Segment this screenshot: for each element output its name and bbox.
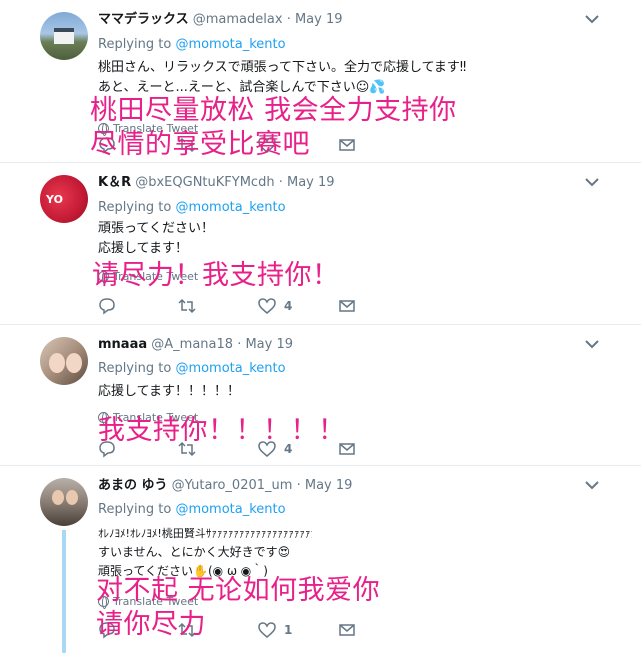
replying-to-label: Replying to [98,37,172,52]
overlay-line: 桃田尽量放松 我会全力支持你 [90,95,457,126]
user-handle[interactable]: @A_mana18 [151,337,233,352]
tweet-4[interactable]: あまの ゆう @Yutaro_0201_um · May 19 Replying… [0,466,641,653]
avatar[interactable] [40,337,88,385]
tweet-line: 応援してます！！！！！ [98,384,240,399]
avatar[interactable] [40,478,88,526]
user-handle[interactable]: @mamadelax [193,12,283,27]
tweet-actions: 4 [98,297,378,317]
display-name[interactable]: あまの ゆう [98,478,168,493]
overlay-caption: 我支持你！！！！！ [98,414,346,448]
reply-icon [99,298,115,315]
replying-to: Replying to @momota_kento [98,360,286,377]
tweet-line: ｵﾚﾉﾖﾒ!ｵﾚﾉﾖﾒ!桃田賢斗ｻｧｧｧｧｧｧｧｧｧｧｧｧｧｧｧｧｧｧｧｧｧｧｧ… [98,527,312,540]
replying-to-label: Replying to [98,502,172,517]
reply-button[interactable] [98,297,116,315]
tweet-2[interactable]: YO K＆R @bxEQGNtuKFYMcdh · May 19 Replyin… [0,163,641,325]
avatar[interactable] [40,12,88,60]
heart-icon [258,298,276,314]
mention-link[interactable]: @momota_kento [175,361,285,376]
avatar[interactable]: YO [40,175,88,223]
replying-to: Replying to @momota_kento [98,36,286,53]
overlay-line: 请你尽力 [96,609,206,640]
mention-link[interactable]: @momota_kento [175,200,285,215]
tweet-header: ママデラックス @mamadelax · May 19 [98,11,343,29]
tweet-text: 応援してます！！！！！ [98,382,240,402]
display-name[interactable]: mnaaa [98,337,147,352]
retweet-button[interactable] [178,297,196,315]
like-count: 4 [284,299,293,313]
tweet-text: ｵﾚﾉﾖﾒ!ｵﾚﾉﾖﾒ!桃田賢斗ｻｧｧｧｧｧｧｧｧｧｧｧｧｧｧｧｧｧｧｧｧｧｧｧ… [98,524,312,581]
tweet-date[interactable]: May 19 [245,337,293,352]
chevron-down-icon[interactable] [585,177,599,187]
tweet-line: 応援してます！ [98,241,188,256]
tweet-line: すいません、とにかく大好きです😍 [98,545,291,559]
overlay-line: 对不起 无论如何我爱你 [96,575,381,606]
tweet-1[interactable]: ママデラックス @mamadelax · May 19 Replying to … [0,0,641,163]
user-handle[interactable]: @Yutaro_0201_um [172,478,293,493]
chevron-down-icon[interactable] [585,339,599,349]
dm-button[interactable] [338,297,356,315]
display-name[interactable]: ママデラックス [98,12,189,27]
replying-to-label: Replying to [98,200,172,215]
user-handle[interactable]: @bxEQGNtuKFYMcdh [135,175,274,190]
separator: · [296,478,301,493]
replying-to: Replying to @momota_kento [98,199,286,216]
chevron-down-icon[interactable] [585,14,599,24]
thread-connector [62,530,66,653]
tweet-header: K＆R @bxEQGNtuKFYMcdh · May 19 [98,174,335,192]
tweet-header: mnaaa @A_mana18 · May 19 [98,336,293,354]
tweet-header: あまの ゆう @Yutaro_0201_um · May 19 [98,477,352,495]
overlay-line: 尽情的享受比赛吧 [90,129,310,160]
tweet-text: 桃田さん、リラックスで頑張って下さい。全力で応援してます‼ あと、えーと...え… [98,58,466,98]
overlay-caption: 请尽力！我支持你！ [92,259,340,293]
like-button[interactable]: 4 [258,297,292,315]
tweet-date[interactable]: May 19 [287,175,335,190]
chevron-down-icon[interactable] [585,480,599,490]
separator: · [278,175,283,190]
overlay-line: 我支持你！！！！！ [98,415,346,446]
retweet-icon [178,298,196,314]
overlay-caption: 桃田尽量放松 我会全力支持你 尽情的享受比赛吧 [90,94,457,162]
replying-to-label: Replying to [98,361,172,376]
display-name[interactable]: K＆R [98,175,131,190]
tweet-line: 頑張ってください！ [98,221,214,236]
avatar-logo-text: YO [46,193,63,206]
overlay-caption: 对不起 无论如何我爱你 请你尽力 [96,574,380,642]
mention-link[interactable]: @momota_kento [175,37,285,52]
tweet-date[interactable]: May 19 [305,478,353,493]
separator: · [286,12,291,27]
tweet-date[interactable]: May 19 [295,12,343,27]
tweet-line: 桃田さん、リラックスで頑張って下さい。全力で応援してます‼ [98,60,467,75]
tweet-text: 頑張ってください！ 応援してます！ [98,219,214,259]
replying-to: Replying to @momota_kento [98,501,286,518]
tweet-3[interactable]: mnaaa @A_mana18 · May 19 Replying to @mo… [0,325,641,466]
separator: · [237,337,242,352]
envelope-icon [339,300,355,312]
mention-link[interactable]: @momota_kento [175,502,285,517]
overlay-line: 请尽力！我支持你！ [92,260,340,291]
